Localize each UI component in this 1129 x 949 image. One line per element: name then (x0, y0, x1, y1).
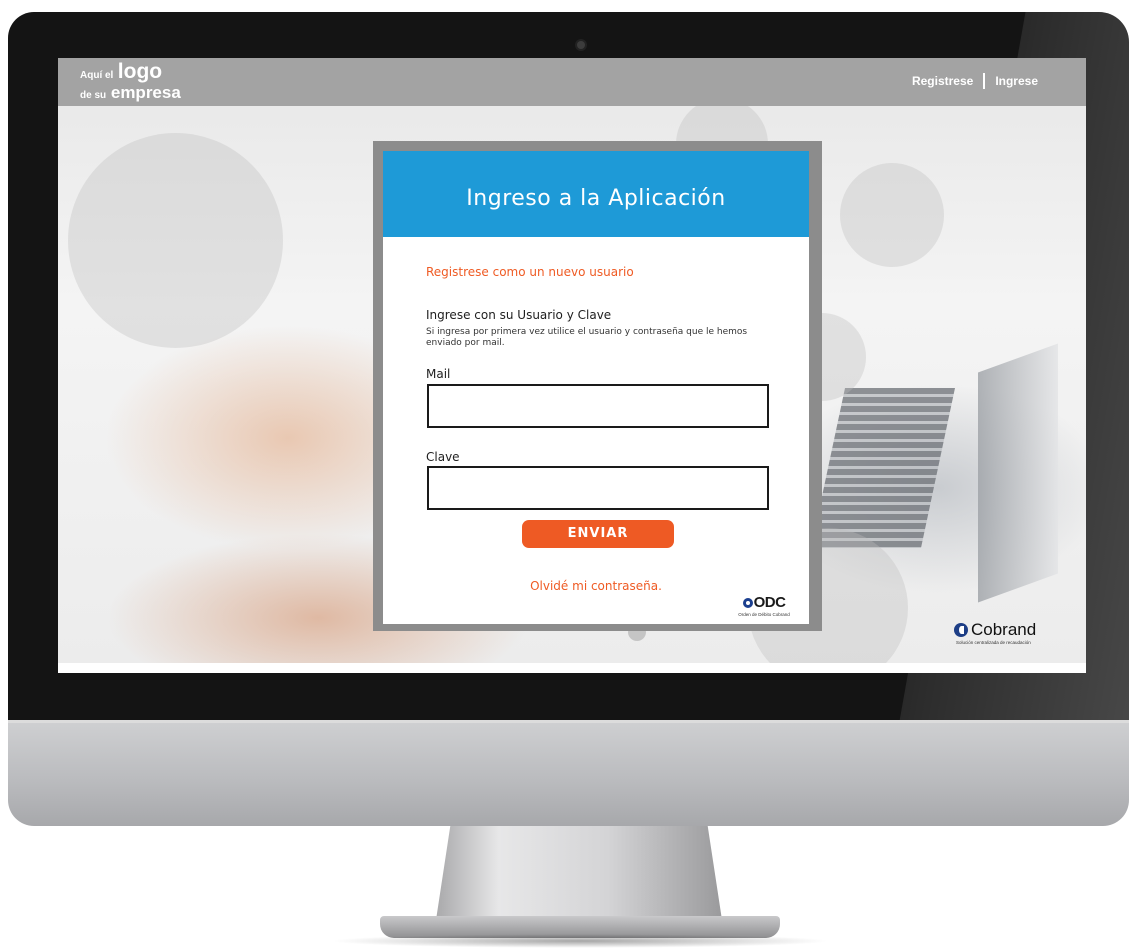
password-input[interactable] (427, 466, 769, 510)
forgot-password-link[interactable]: Olvidé mi contraseña. (383, 579, 809, 593)
decorative-circle (840, 163, 944, 267)
cobrand-logo-text: Cobrand (971, 620, 1037, 639)
logo-text-small: Aquí el (80, 70, 114, 81)
cobrand-logo: Cobrand Solución centralizada de recauda… (954, 620, 1036, 645)
screen: Aquí el logo de su empresa Registrese Ing… (58, 58, 1086, 673)
cobrand-logo-icon (954, 623, 968, 637)
company-logo[interactable]: Aquí el logo de su empresa (80, 60, 181, 104)
login-title: Ingreso a la Aplicación (466, 186, 726, 211)
odc-logo-text: ODC (753, 594, 786, 611)
login-card-header: Ingreso a la Aplicación (383, 151, 809, 237)
password-label: Clave (426, 450, 460, 464)
monitor-stand (436, 826, 722, 920)
odc-logo: ODC Orden de Débito Cobrand (729, 594, 799, 617)
odc-logo-caption: Orden de Débito Cobrand (738, 612, 790, 617)
camera-icon (577, 41, 585, 49)
login-card: Ingreso a la Aplicación Registrese como … (383, 151, 809, 624)
nav-separator (983, 73, 986, 89)
stand-shadow (330, 934, 830, 948)
background-laptop (978, 343, 1058, 603)
header-nav: Registrese Ingrese (912, 73, 1038, 89)
login-subtitle: Ingrese con su Usuario y Clave (426, 308, 612, 322)
nav-login-link[interactable]: Ingrese (995, 74, 1038, 88)
logo-text-big: logo (117, 60, 163, 83)
decorative-circle (68, 133, 283, 348)
odc-logo-icon (742, 598, 753, 608)
monitor-chin (8, 720, 1129, 826)
login-hint: Si ingresa por primera vez utilice el us… (426, 327, 748, 348)
logo-text-small: de su (80, 90, 107, 101)
mail-input[interactable] (427, 384, 769, 428)
nav-register-link[interactable]: Registrese (912, 74, 973, 88)
register-link[interactable]: Registrese como un nuevo usuario (426, 265, 634, 279)
submit-button[interactable]: ENVIAR (522, 520, 674, 548)
mail-label: Mail (426, 367, 451, 381)
logo-text-big: empresa (110, 83, 181, 102)
chin-divider (8, 720, 1129, 723)
cobrand-logo-caption: Solución centralizada de recaudación (956, 640, 1031, 645)
screen-bottom-strip (58, 663, 1086, 673)
top-header: Aquí el logo de su empresa Registrese Ing… (58, 58, 1086, 106)
